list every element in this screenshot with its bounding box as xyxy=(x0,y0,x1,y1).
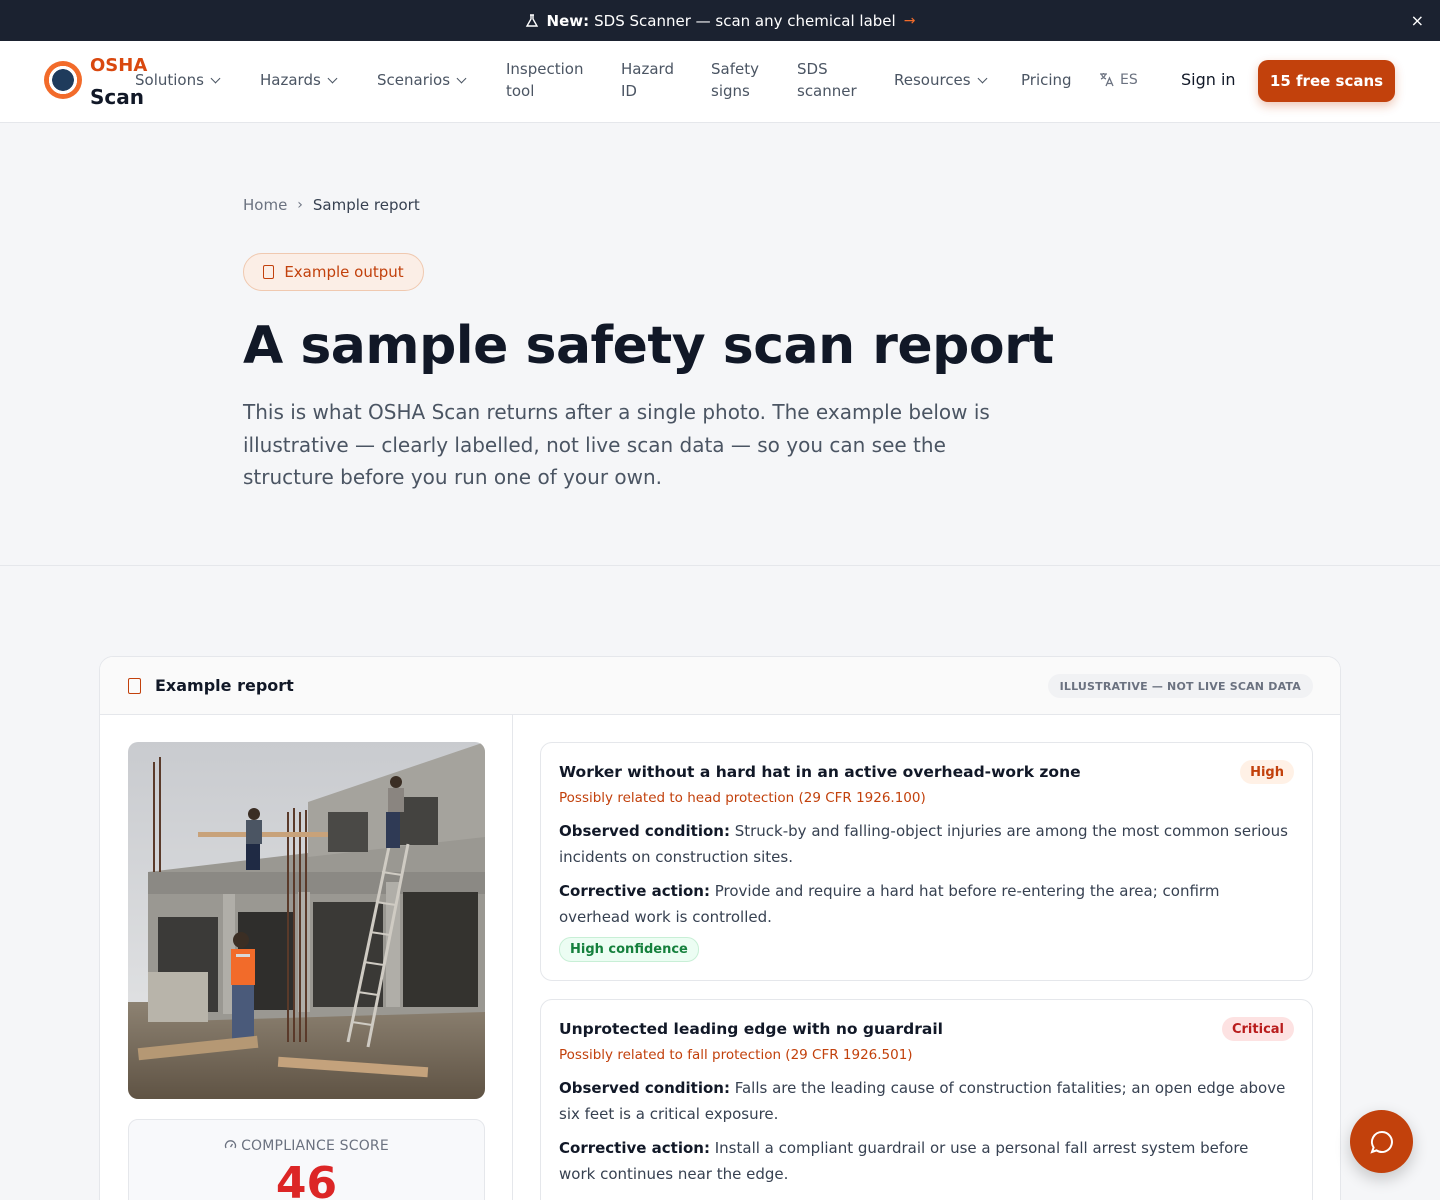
announcement-bar[interactable]: New: SDS Scanner — scan any chemical lab… xyxy=(0,0,1440,41)
nav-signs-label-2: signs xyxy=(711,82,750,100)
example-output-pill: Example output xyxy=(243,253,424,291)
nav-hazards[interactable]: Hazards xyxy=(260,69,338,91)
page-title: A sample safety scan report xyxy=(243,316,1054,376)
hero-lead: This is what OSHA Scan returns after a s… xyxy=(243,400,990,489)
nav-solutions[interactable]: Solutions xyxy=(135,69,221,91)
announcement-badge: New: xyxy=(546,11,590,30)
language-label: ES xyxy=(1120,72,1138,88)
hero-section: Home › Sample report Example output A sa… xyxy=(0,123,1440,566)
chevron-down-icon xyxy=(327,73,338,84)
chat-bubble-icon xyxy=(1369,1130,1393,1154)
nav-sds-scanner[interactable]: SDS scanner xyxy=(797,58,857,102)
observed-condition: Observed condition: Struck-by and fallin… xyxy=(559,819,1289,870)
close-icon[interactable]: × xyxy=(1411,11,1424,30)
observed-condition: Observed condition: Falls are the leadin… xyxy=(559,1076,1289,1127)
example-report-card: Example report ILLUSTRATIVE — NOT LIVE S… xyxy=(99,656,1341,1200)
nav-inspection-label-1: Inspection xyxy=(506,60,584,78)
severity-badge: Critical xyxy=(1221,1017,1294,1041)
nav-sds-label-2: scanner xyxy=(797,82,857,100)
nav-pricing[interactable]: Pricing xyxy=(1021,69,1072,91)
confidence-badge: High confidence xyxy=(559,937,699,962)
nav-resources[interactable]: Resources xyxy=(894,69,988,91)
finding-regulation: Possibly related to fall protection (29 … xyxy=(559,1047,913,1063)
breadcrumb-current: Sample report xyxy=(312,196,420,214)
corrective-action-label: Corrective action: xyxy=(559,1139,710,1157)
finding-title: Worker without a hard hat in an active o… xyxy=(559,763,1081,781)
language-switch[interactable]: ES xyxy=(1098,71,1138,88)
chevron-right-icon: › xyxy=(297,197,303,213)
chevron-down-icon xyxy=(210,73,221,84)
finding-card: Unprotected leading edge with no guardra… xyxy=(540,999,1313,1200)
free-scans-button[interactable]: 15 free scans xyxy=(1258,60,1395,102)
nav-scenarios[interactable]: Scenarios xyxy=(377,69,467,91)
corrective-action: Corrective action: Install a compliant g… xyxy=(559,1136,1289,1187)
nav-inspection-tool[interactable]: Inspection tool xyxy=(506,58,583,102)
nav-hazardid-label-1: Hazard xyxy=(621,60,674,78)
compliance-score-card: COMPLIANCE SCORE 46 xyxy=(128,1119,485,1200)
scan-photo[interactable] xyxy=(128,742,485,1099)
severity-badge: High xyxy=(1240,760,1294,784)
report-left-column: COMPLIANCE SCORE 46 xyxy=(100,715,513,1200)
report-header: Example report ILLUSTRATIVE — NOT LIVE S… xyxy=(100,657,1340,715)
nav-hazard-id[interactable]: Hazard ID xyxy=(621,58,674,102)
breadcrumb-home[interactable]: Home xyxy=(243,196,287,214)
translate-icon xyxy=(1100,73,1114,87)
corrective-action-label: Corrective action: xyxy=(559,882,710,900)
finding-title: Unprotected leading edge with no guardra… xyxy=(559,1020,943,1038)
finding-card: Worker without a hard hat in an active o… xyxy=(540,742,1313,981)
illustrative-badge: ILLUSTRATIVE — NOT LIVE SCAN DATA xyxy=(1047,674,1313,698)
document-icon xyxy=(128,677,141,694)
breadcrumb: Home › Sample report xyxy=(243,196,420,214)
pill-label: Example output xyxy=(284,263,404,281)
document-icon xyxy=(263,265,275,279)
nav-sds-label-1: SDS xyxy=(797,60,828,78)
construction-site-image xyxy=(128,742,485,1099)
arrow-right-icon: → xyxy=(903,12,916,29)
nav-signs-label-1: Safety xyxy=(711,60,759,78)
nav-scenarios-label: Scenarios xyxy=(377,71,451,89)
nav-hazards-label: Hazards xyxy=(260,71,321,89)
nav-resources-label: Resources xyxy=(894,71,971,89)
compliance-score-value: 46 xyxy=(275,1158,338,1200)
observed-condition-label: Observed condition: xyxy=(559,1079,730,1097)
finding-regulation: Possibly related to head protection (29 … xyxy=(559,790,926,806)
flask-icon xyxy=(525,13,538,27)
nav-hazardid-label-2: ID xyxy=(621,82,637,100)
sign-in-link[interactable]: Sign in xyxy=(1181,70,1236,89)
logo-icon[interactable] xyxy=(44,61,82,99)
report-title: Example report xyxy=(155,676,294,695)
nav-solutions-label: Solutions xyxy=(135,71,204,89)
nav-inspection-label-2: tool xyxy=(506,82,535,100)
chevron-down-icon xyxy=(977,73,988,84)
corrective-action: Corrective action: Provide and require a… xyxy=(559,879,1289,930)
compliance-score-label: COMPLIANCE SCORE xyxy=(129,1138,484,1154)
chevron-down-icon xyxy=(456,73,467,84)
chat-button[interactable] xyxy=(1350,1110,1413,1173)
nav-safety-signs[interactable]: Safety signs xyxy=(711,58,759,102)
top-nav: OSHA Scan Solutions Hazards Scenarios In… xyxy=(0,41,1440,123)
gauge-icon xyxy=(224,1140,237,1149)
compliance-score-text: COMPLIANCE SCORE xyxy=(241,1138,389,1154)
observed-condition-label: Observed condition: xyxy=(559,822,730,840)
nav-pricing-label: Pricing xyxy=(1021,71,1072,89)
announcement-text[interactable]: SDS Scanner — scan any chemical label xyxy=(594,12,896,30)
